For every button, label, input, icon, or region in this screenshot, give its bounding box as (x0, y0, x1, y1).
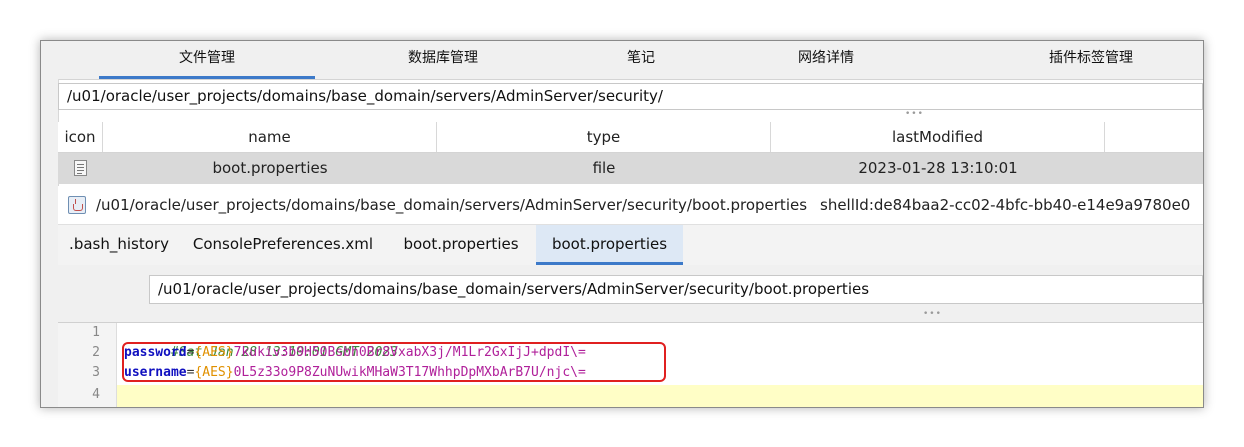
line-number: 3 (92, 365, 100, 380)
line-number: 2 (92, 345, 100, 360)
tab-plugin-tag-manager[interactable]: 插件标签管理 (1001, 41, 1181, 79)
splitter-handle[interactable]: ••• (905, 109, 924, 119)
left-strip (41, 79, 59, 407)
tab-notes[interactable]: 笔记 (581, 41, 701, 79)
line-number: 1 (92, 325, 100, 340)
code-line-1: #Sat Jan 28 13:10:01 GMT 2023 (124, 323, 398, 360)
tab-boot-properties[interactable]: boot.properties (386, 225, 536, 265)
editor-splitter-handle[interactable]: ••• (923, 309, 942, 319)
column-header-extra (1105, 122, 1203, 152)
shell-id-label: shellId:de84baa2-cc02-4bfc-bb40-e14e9a97… (820, 196, 1191, 214)
tab-bash-history[interactable]: .bash_history (58, 225, 180, 265)
file-modified-cell: 2023-01-28 13:10:01 (858, 159, 1018, 177)
line-number-gutter: 1 2 3 4 (58, 323, 117, 407)
line-number: 4 (92, 387, 100, 402)
editor-tab-bar: .bash_history ConsolePreferences.xml boo… (58, 225, 1203, 265)
tab-database-manager[interactable]: 数据库管理 (341, 41, 545, 79)
file-table-header: icon name type lastModified (58, 122, 1203, 153)
editor-path-input[interactable]: /u01/oracle/user_projects/domains/base_d… (149, 275, 1203, 304)
highlight-annotation-box (122, 342, 666, 382)
column-header-name[interactable]: name (103, 122, 437, 152)
file-type-cell: file (592, 159, 616, 177)
editor-title-bar: /u01/oracle/user_projects/domains/base_d… (58, 186, 1203, 225)
table-row[interactable]: boot.properties file 2023-01-28 13:10:01 (58, 153, 1203, 184)
top-tab-bar: 文件管理 数据库管理 笔记 网络详情 插件标签管理 (41, 41, 1203, 80)
current-line-highlight (117, 385, 1203, 407)
column-header-icon[interactable]: icon (58, 122, 103, 152)
tab-network-details[interactable]: 网络详情 (751, 41, 901, 79)
editor-title-path: /u01/oracle/user_projects/domains/base_d… (96, 196, 808, 214)
path-input[interactable]: /u01/oracle/user_projects/domains/base_d… (58, 83, 1203, 110)
tab-boot-properties-active[interactable]: boot.properties (536, 225, 683, 265)
tab-console-preferences[interactable]: ConsolePreferences.xml (180, 225, 386, 265)
column-header-last-modified[interactable]: lastModified (771, 122, 1105, 152)
column-header-type[interactable]: type (437, 122, 771, 152)
file-name-cell: boot.properties (212, 159, 328, 177)
java-icon (68, 196, 86, 214)
tab-file-manager[interactable]: 文件管理 (99, 41, 315, 79)
file-icon (74, 160, 87, 176)
